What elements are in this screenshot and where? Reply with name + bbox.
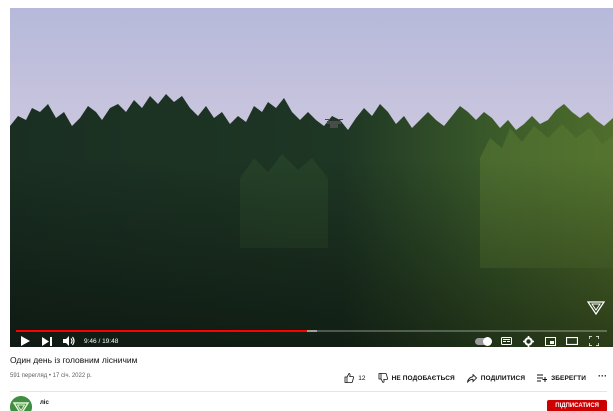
settings-button[interactable] — [519, 334, 537, 347]
channel-row: ліс — [10, 396, 49, 411]
share-icon — [466, 373, 477, 383]
add-to-playlist-icon — [537, 374, 548, 382]
share-label: ПОДІЛИТИСЯ — [480, 374, 526, 382]
like-count: 12 — [358, 374, 366, 382]
thumbs-up-icon — [344, 373, 355, 383]
progress-bar[interactable] — [16, 330, 607, 332]
dislike-label: НЕ ПОДОБАЄТЬСЯ — [391, 374, 455, 382]
video-player[interactable]: 9:46 / 19:48 — [10, 8, 613, 347]
share-button[interactable]: ПОДІЛИТИСЯ — [466, 373, 526, 383]
fullscreen-icon — [589, 336, 599, 346]
video-title: Один день із головним лісничим — [10, 355, 138, 365]
volume-button[interactable] — [60, 334, 78, 347]
progress-played — [16, 330, 308, 332]
more-actions-button[interactable]: ··· — [598, 371, 607, 381]
subscribe-button[interactable]: ПІДПИСАТИСЯ — [547, 400, 607, 411]
channel-logo-icon — [10, 396, 32, 411]
dislike-button[interactable]: НЕ ПОДОБАЄТЬСЯ — [378, 373, 455, 383]
fullscreen-button[interactable] — [585, 334, 603, 347]
autoplay-toggle[interactable] — [475, 336, 492, 346]
video-actions: 12 НЕ ПОДОБАЄТЬСЯ ПОДІЛИТИСЯ ЗБЕРЕГТИ ··… — [344, 371, 607, 384]
video-meta: 591 перегляд • 17 січ. 2022 р. — [10, 373, 92, 379]
video-page: 9:46 / 19:48 Один день із головним лісни… — [0, 0, 613, 411]
save-button[interactable]: ЗБЕРЕГТИ — [537, 374, 586, 382]
like-button[interactable]: 12 — [344, 373, 366, 383]
next-icon — [42, 336, 52, 346]
channel-avatar[interactable] — [10, 396, 32, 411]
channel-watermark-icon[interactable] — [586, 300, 606, 316]
forest-scene-image — [10, 8, 613, 347]
play-icon — [20, 336, 30, 346]
divider — [10, 391, 607, 392]
play-button[interactable] — [16, 334, 34, 347]
time-display: 9:46 / 19:48 — [84, 337, 119, 345]
thumbs-down-icon — [378, 373, 388, 383]
subtitles-button[interactable] — [497, 334, 515, 347]
theater-icon — [566, 337, 578, 345]
volume-icon — [63, 336, 75, 346]
save-label: ЗБЕРЕГТИ — [551, 374, 586, 382]
next-button[interactable] — [38, 334, 56, 347]
settings-icon — [522, 335, 534, 347]
miniplayer-icon — [544, 336, 556, 346]
video-frame[interactable] — [10, 8, 613, 347]
player-controls: 9:46 / 19:48 — [10, 334, 613, 347]
theater-button[interactable] — [563, 334, 581, 347]
channel-name[interactable]: ліс — [40, 400, 49, 406]
miniplayer-button[interactable] — [541, 334, 559, 347]
subtitles-icon — [500, 337, 512, 345]
